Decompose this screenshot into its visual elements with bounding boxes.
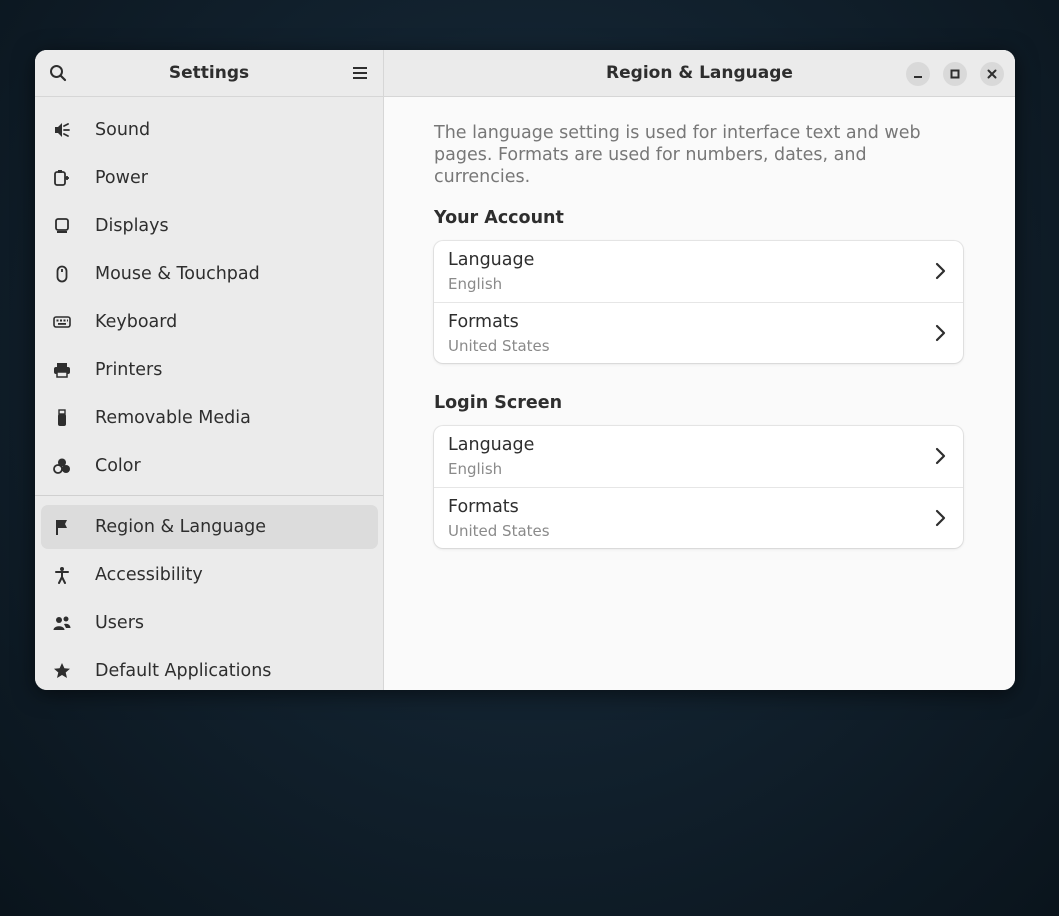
row-title: Formats bbox=[448, 312, 519, 332]
minimize-icon bbox=[914, 76, 922, 78]
sidebar-item-label: Power bbox=[95, 168, 148, 188]
flag-icon bbox=[56, 520, 67, 535]
group-title-login-screen: Login Screen bbox=[434, 393, 563, 413]
sidebar-item-displays[interactable]: Displays bbox=[41, 204, 378, 248]
mouse-icon bbox=[56, 265, 68, 283]
display-icon bbox=[55, 218, 69, 233]
sidebar-item-users[interactable]: Users bbox=[41, 601, 378, 645]
sidebar-item-label: Displays bbox=[95, 216, 169, 236]
sidebar: Settings Sound Power Displays Mouse & To… bbox=[35, 50, 384, 690]
your-account-language-row[interactable]: Language English bbox=[434, 241, 963, 302]
your-account-formats-row[interactable]: Formats United States bbox=[434, 302, 963, 363]
sidebar-item-printers[interactable]: Printers bbox=[41, 348, 378, 392]
users-icon bbox=[53, 616, 71, 630]
page-title: Region & Language bbox=[606, 63, 793, 83]
group-title-your-account: Your Account bbox=[434, 208, 564, 228]
hamburger-menu-icon bbox=[353, 67, 367, 79]
speaker-icon bbox=[55, 123, 70, 137]
header-bar: Region & Language bbox=[384, 50, 1015, 97]
chevron-right-icon bbox=[935, 324, 946, 342]
sidebar-item-sound[interactable]: Sound bbox=[41, 108, 378, 152]
sidebar-header: Settings bbox=[35, 50, 383, 97]
settings-window: Settings Sound Power Displays Mouse & To… bbox=[35, 50, 1015, 690]
usb-drive-icon bbox=[58, 409, 66, 426]
sidebar-item-label: Default Applications bbox=[95, 661, 272, 681]
chevron-right-icon bbox=[935, 262, 946, 280]
sidebar-item-region-language[interactable]: Region & Language bbox=[41, 505, 378, 549]
sidebar-item-label: Color bbox=[95, 456, 141, 476]
sidebar-separator bbox=[35, 495, 383, 496]
sidebar-item-accessibility[interactable]: Accessibility bbox=[41, 553, 378, 597]
accessibility-icon bbox=[55, 567, 69, 584]
close-icon bbox=[987, 69, 997, 79]
login-screen-formats-row[interactable]: Formats United States bbox=[434, 487, 963, 548]
close-button[interactable] bbox=[980, 62, 1004, 86]
color-icon bbox=[53, 458, 70, 474]
chevron-right-icon bbox=[935, 447, 946, 465]
sidebar-item-power[interactable]: Power bbox=[41, 156, 378, 200]
content-pane: Region & Language The language setting i… bbox=[384, 50, 1015, 690]
maximize-icon bbox=[950, 69, 960, 79]
row-value: United States bbox=[448, 522, 550, 540]
sidebar-item-keyboard[interactable]: Keyboard bbox=[41, 300, 378, 344]
row-title: Language bbox=[448, 435, 535, 455]
row-title: Formats bbox=[448, 497, 519, 517]
row-value: English bbox=[448, 275, 503, 293]
sidebar-item-default-applications[interactable]: Default Applications bbox=[41, 649, 378, 690]
main-menu-button[interactable] bbox=[347, 60, 373, 86]
page-description: The language setting is used for interfa… bbox=[434, 123, 921, 187]
row-title: Language bbox=[448, 250, 535, 270]
sidebar-item-mouse-touchpad[interactable]: Mouse & Touchpad bbox=[41, 252, 378, 296]
row-value: United States bbox=[448, 337, 550, 355]
sidebar-item-color[interactable]: Color bbox=[41, 444, 378, 488]
minimize-button[interactable] bbox=[906, 62, 930, 86]
chevron-right-icon bbox=[935, 509, 946, 527]
search-icon bbox=[50, 65, 67, 82]
row-value: English bbox=[448, 460, 503, 478]
sidebar-item-label: Accessibility bbox=[95, 565, 203, 585]
sidebar-title: Settings bbox=[168, 63, 250, 83]
search-button[interactable] bbox=[45, 60, 71, 86]
sidebar-item-label: Sound bbox=[95, 120, 151, 140]
printer-icon bbox=[54, 363, 70, 378]
sidebar-item-label: Region & Language bbox=[95, 517, 267, 537]
sidebar-item-label: Keyboard bbox=[95, 312, 178, 332]
your-account-card: Language English Formats United States bbox=[434, 241, 963, 363]
login-screen-language-row[interactable]: Language English bbox=[434, 426, 963, 487]
maximize-button[interactable] bbox=[943, 62, 967, 86]
sidebar-item-removable-media[interactable]: Removable Media bbox=[41, 396, 378, 440]
sidebar-item-label: Users bbox=[95, 613, 145, 633]
sidebar-item-label: Removable Media bbox=[95, 408, 251, 428]
sidebar-item-label: Mouse & Touchpad bbox=[95, 264, 260, 284]
power-plug-icon bbox=[54, 170, 69, 186]
login-screen-card: Language English Formats United States bbox=[434, 426, 963, 548]
star-icon bbox=[54, 663, 70, 678]
keyboard-icon bbox=[53, 316, 71, 328]
sidebar-item-label: Printers bbox=[95, 360, 163, 380]
